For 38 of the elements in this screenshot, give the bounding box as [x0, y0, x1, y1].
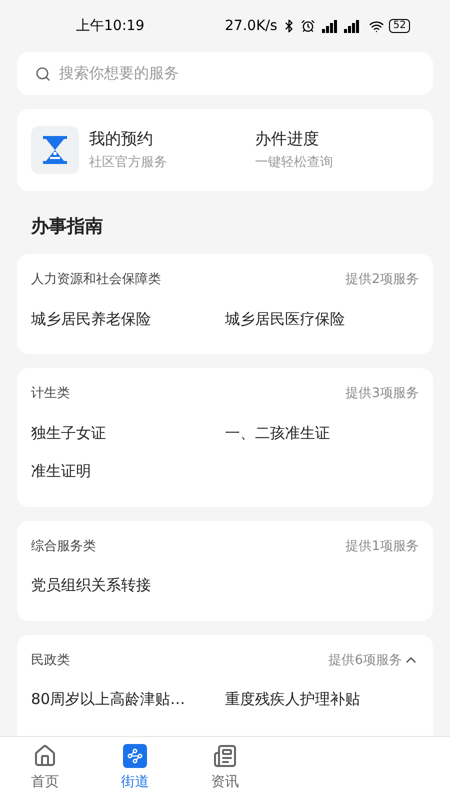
entry-subtitle: 社区官方服务	[89, 154, 167, 172]
service-link[interactable]: 80周岁以上高龄津贴…	[31, 688, 225, 710]
service-count[interactable]: 提供6项服务	[328, 650, 419, 670]
category-name: 综合服务类	[31, 538, 96, 556]
hourglass-icon	[31, 126, 79, 174]
service-count[interactable]: 提供3项服务	[346, 384, 419, 404]
service-link[interactable]: 重度残疾人护理补贴	[225, 688, 419, 710]
nav-tab[interactable]: 资讯	[180, 737, 270, 800]
entry-title: 我的预约	[89, 128, 154, 150]
search-icon	[35, 66, 51, 82]
service-count[interactable]: 提供1项服务	[346, 536, 419, 556]
search-field[interactable]: 搜索你想要的服务	[59, 62, 415, 85]
category-name: 人力资源和社会保障类	[31, 271, 161, 289]
nav-tab[interactable]: 街道	[90, 737, 180, 800]
alarm-icon	[301, 19, 316, 33]
section-title: 办事指南	[31, 216, 103, 237]
quick-entry[interactable]: 办件进度 一键轻松查询	[225, 127, 419, 173]
entry-title: 办件进度	[255, 128, 320, 150]
status-time: 上午10:19	[76, 16, 144, 36]
entry-subtitle: 一键轻松查询	[255, 154, 333, 172]
service-link[interactable]: 城乡居民医疗保险	[225, 308, 419, 330]
service-count[interactable]: 提供2项服务	[346, 270, 419, 290]
quick-entry[interactable]: 我的预约 社区官方服务	[31, 126, 225, 174]
wifi-icon	[369, 18, 384, 34]
service-link[interactable]: 党员组织关系转接	[31, 574, 225, 596]
document-icon	[213, 744, 237, 768]
nav-tab[interactable]: 首页	[0, 737, 90, 800]
network-speed: 27.0K/s	[224, 16, 278, 36]
category-name: 计生类	[31, 385, 70, 403]
street-icon	[123, 744, 147, 768]
battery-icon: 52	[389, 19, 410, 33]
category-name: 民政类	[31, 652, 70, 670]
service-link[interactable]: 一、二孩准生证	[225, 422, 419, 444]
service-link[interactable]: 准生证明	[31, 460, 225, 482]
home-icon	[33, 744, 57, 768]
search-box[interactable]: 搜索你想要的服务	[17, 52, 433, 95]
service-link[interactable]: 独生子女证	[31, 422, 225, 444]
service-link[interactable]: 城乡居民养老保险	[31, 308, 225, 330]
